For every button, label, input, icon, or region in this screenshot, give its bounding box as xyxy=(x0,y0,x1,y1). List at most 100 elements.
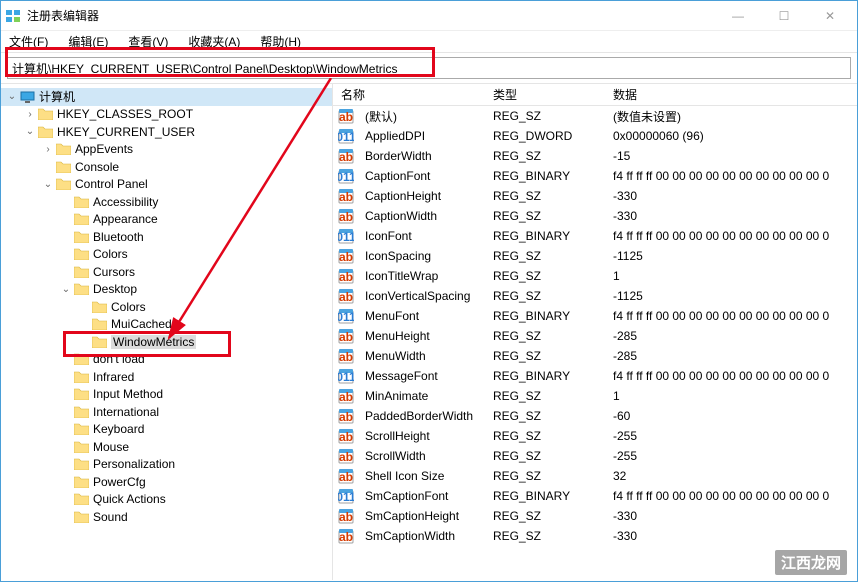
menu-help[interactable]: 帮助(H) xyxy=(256,31,305,52)
chevron-down-icon[interactable]: ⌄ xyxy=(5,91,19,102)
tree-item[interactable]: Sound xyxy=(1,508,332,526)
value-row[interactable]: abMenuWidthREG_SZ-285 xyxy=(333,346,857,366)
value-row[interactable]: abScrollHeightREG_SZ-255 xyxy=(333,426,857,446)
value-data: 32 xyxy=(613,469,857,483)
tree-item[interactable]: ›AppEvents xyxy=(1,141,332,159)
list-body: ab(默认)REG_SZ(数值未设置)011AppliedDPIREG_DWOR… xyxy=(333,106,857,546)
tree-item-label: Desktop xyxy=(93,282,137,296)
folder-icon xyxy=(37,107,53,121)
close-button[interactable]: ✕ xyxy=(807,2,853,30)
folder-icon xyxy=(55,177,71,191)
value-type: REG_SZ xyxy=(493,529,613,543)
tree-item-label: PowerCfg xyxy=(93,475,146,489)
value-row[interactable]: 011MenuFontREG_BINARYf4 ff ff ff 00 00 0… xyxy=(333,306,857,326)
menu-view[interactable]: 查看(V) xyxy=(124,31,172,52)
value-row[interactable]: abCaptionHeightREG_SZ-330 xyxy=(333,186,857,206)
minimize-button[interactable]: — xyxy=(715,2,761,30)
value-type: REG_BINARY xyxy=(493,309,613,323)
tree-panel[interactable]: ⌄计算机›HKEY_CLASSES_ROOT⌄HKEY_CURRENT_USER… xyxy=(1,84,333,580)
value-row[interactable]: abPaddedBorderWidthREG_SZ-60 xyxy=(333,406,857,426)
tree-item[interactable]: ⌄HKEY_CURRENT_USER xyxy=(1,123,332,141)
tree-item[interactable]: Colors xyxy=(1,298,332,316)
menu-edit[interactable]: 编辑(E) xyxy=(64,31,112,52)
tree-item[interactable]: Mouse xyxy=(1,438,332,456)
svg-text:011: 011 xyxy=(338,310,354,324)
string-value-icon: ab xyxy=(337,408,355,424)
value-row[interactable]: abMenuHeightREG_SZ-285 xyxy=(333,326,857,346)
tree-item[interactable]: Quick Actions xyxy=(1,491,332,509)
svg-text:ab: ab xyxy=(339,450,353,464)
value-row[interactable]: 011MessageFontREG_BINARYf4 ff ff ff 00 0… xyxy=(333,366,857,386)
value-type: REG_SZ xyxy=(493,189,613,203)
tree-item[interactable]: Personalization xyxy=(1,456,332,474)
tree-item[interactable]: WindowMetrics xyxy=(1,333,332,351)
menu-favorites[interactable]: 收藏夹(A) xyxy=(184,31,244,52)
value-row[interactable]: abMinAnimateREG_SZ1 xyxy=(333,386,857,406)
tree-item[interactable]: ⌄ Desktop xyxy=(1,281,332,299)
tree-item[interactable]: Accessibility xyxy=(1,193,332,211)
svg-text:011: 011 xyxy=(338,490,354,504)
menubar: 文件(F) 编辑(E) 查看(V) 收藏夹(A) 帮助(H) xyxy=(1,31,857,53)
value-row[interactable]: abIconSpacingREG_SZ-1125 xyxy=(333,246,857,266)
tree-item-label: Console xyxy=(75,160,119,174)
chevron-down-icon[interactable]: ⌄ xyxy=(41,179,55,190)
value-row[interactable]: abCaptionWidthREG_SZ-330 xyxy=(333,206,857,226)
value-row[interactable]: 011AppliedDPIREG_DWORD0x00000060 (96) xyxy=(333,126,857,146)
value-data: 1 xyxy=(613,269,857,283)
list-panel[interactable]: 名称 类型 数据 ab(默认)REG_SZ(数值未设置)011AppliedDP… xyxy=(333,84,857,580)
tree-item[interactable]: Console xyxy=(1,158,332,176)
value-row[interactable]: abIconTitleWrapREG_SZ1 xyxy=(333,266,857,286)
value-name: BorderWidth xyxy=(357,149,493,163)
tree-item[interactable]: Infrared xyxy=(1,368,332,386)
value-type: REG_BINARY xyxy=(493,169,613,183)
binary-value-icon: 011 xyxy=(337,128,355,144)
folder-icon xyxy=(73,475,89,489)
binary-value-icon: 011 xyxy=(337,488,355,504)
value-row[interactable]: abBorderWidthREG_SZ-15 xyxy=(333,146,857,166)
tree-item[interactable]: Appearance xyxy=(1,211,332,229)
value-row[interactable]: 011CaptionFontREG_BINARYf4 ff ff ff 00 0… xyxy=(333,166,857,186)
tree-item[interactable]: ⌄Control Panel xyxy=(1,176,332,194)
tree-item[interactable]: PowerCfg xyxy=(1,473,332,491)
tree-item[interactable]: ›HKEY_CLASSES_ROOT xyxy=(1,106,332,124)
value-type: REG_SZ xyxy=(493,509,613,523)
string-value-icon: ab xyxy=(337,508,355,524)
tree-item[interactable]: Input Method xyxy=(1,386,332,404)
value-type: REG_SZ xyxy=(493,209,613,223)
address-input[interactable]: 计算机\HKEY_CURRENT_USER\Control Panel\Desk… xyxy=(7,57,851,79)
titlebar: 注册表编辑器 — ☐ ✕ xyxy=(1,1,857,31)
regedit-icon xyxy=(5,8,21,24)
value-row[interactable]: abSmCaptionHeightREG_SZ-330 xyxy=(333,506,857,526)
folder-icon xyxy=(73,510,89,524)
folder-icon xyxy=(73,212,89,226)
chevron-right-icon[interactable]: › xyxy=(41,144,55,155)
tree-item[interactable]: ⌄计算机 xyxy=(1,88,332,106)
value-row[interactable]: abIconVerticalSpacingREG_SZ-1125 xyxy=(333,286,857,306)
value-row[interactable]: abScrollWidthREG_SZ-255 xyxy=(333,446,857,466)
value-data: -1125 xyxy=(613,249,857,263)
column-type[interactable]: 类型 xyxy=(493,86,613,103)
chevron-down-icon[interactable]: ⌄ xyxy=(59,284,73,295)
value-row[interactable]: 011IconFontREG_BINARYf4 ff ff ff 00 00 0… xyxy=(333,226,857,246)
value-row[interactable]: abSmCaptionWidthREG_SZ-330 xyxy=(333,526,857,546)
value-row[interactable]: ab(默认)REG_SZ(数值未设置) xyxy=(333,106,857,126)
value-row[interactable]: abShell Icon SizeREG_SZ32 xyxy=(333,466,857,486)
tree-item[interactable]: Bluetooth xyxy=(1,228,332,246)
tree-item[interactable]: don't load xyxy=(1,351,332,369)
column-data[interactable]: 数据 xyxy=(613,86,857,103)
tree-item[interactable]: Keyboard xyxy=(1,421,332,439)
tree-item[interactable]: International xyxy=(1,403,332,421)
value-type: REG_SZ xyxy=(493,429,613,443)
value-name: (默认) xyxy=(357,108,493,125)
chevron-down-icon[interactable]: ⌄ xyxy=(23,126,37,137)
tree-item[interactable]: MuiCached xyxy=(1,316,332,334)
menu-file[interactable]: 文件(F) xyxy=(5,31,52,52)
tree-item[interactable]: Colors xyxy=(1,246,332,264)
value-row[interactable]: 011SmCaptionFontREG_BINARYf4 ff ff ff 00… xyxy=(333,486,857,506)
chevron-right-icon[interactable]: › xyxy=(23,109,37,120)
maximize-button[interactable]: ☐ xyxy=(761,2,807,30)
column-name[interactable]: 名称 xyxy=(333,86,493,103)
folder-icon xyxy=(73,422,89,436)
tree-item[interactable]: Cursors xyxy=(1,263,332,281)
value-data: (数值未设置) xyxy=(613,108,857,125)
